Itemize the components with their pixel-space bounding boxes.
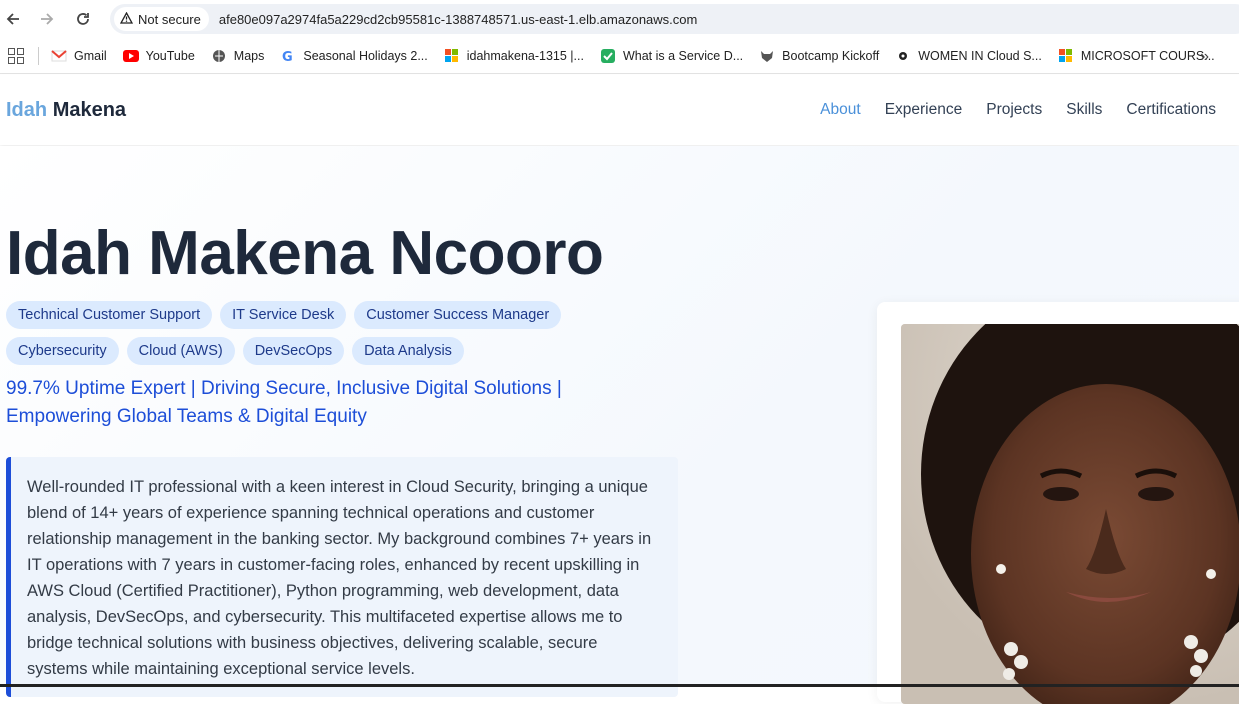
bookmark-label: Maps (233, 48, 265, 63)
bookmark-label: Bootcamp Kickoff (782, 48, 880, 63)
profile-photo (901, 324, 1239, 704)
bookmark-item[interactable]: Bootcamp Kickoff (759, 49, 879, 63)
checklist-icon (600, 48, 616, 63)
address-bar[interactable]: Not secure afe80e097a2974fa5a229cd2cb955… (110, 4, 1239, 34)
bookmark-label: YouTube (145, 48, 195, 63)
site-nav: About Experience Projects Skills Certificati… (820, 101, 1216, 119)
nav-link-projects[interactable]: Projects (986, 101, 1042, 119)
bookmark-list: Gmail YouTube Maps G Seasonal Holidays 2... i… (51, 48, 1231, 63)
nav-link-certifications[interactable]: Certifications (1126, 101, 1216, 119)
bookmark-item[interactable]: WOMEN IN Cloud S... (895, 49, 1042, 63)
url-text[interactable]: afe80e097a2974fa5a229cd2cb95581c-1388748… (219, 12, 697, 27)
bookmark-item[interactable]: YouTube (122, 48, 195, 63)
bookmark-label: WOMEN IN Cloud S... (918, 48, 1042, 63)
about-summary-box: Well-rounded IT professional with a keen… (6, 457, 678, 697)
role-tags: Technical Customer Support IT Service Des… (6, 301, 626, 365)
role-tag: Cloud (AWS) (126, 337, 235, 365)
tagline: 99.7% Uptime Expert | Driving Secure, In… (6, 378, 562, 427)
bookmark-item[interactable]: idahmakena-1315 |... (444, 48, 584, 63)
bookmark-label: MICROSOFT COURS... (1080, 48, 1215, 63)
bookmark-item[interactable]: What is a Service D... (600, 48, 744, 63)
apps-grid-icon[interactable] (8, 47, 24, 64)
nav-link-about[interactable]: About (820, 101, 861, 119)
brand-logo[interactable]: Idah Makena (6, 99, 126, 122)
bookmark-item[interactable]: Maps (211, 48, 265, 63)
role-tag: Customer Success Manager (354, 301, 562, 329)
maps-icon (211, 49, 227, 63)
warning-icon (119, 11, 134, 27)
nav-link-experience[interactable]: Experience (885, 101, 963, 119)
brand-last-name: Makena (52, 99, 127, 121)
security-chip[interactable]: Not secure (114, 7, 209, 31)
bookmark-item[interactable]: Gmail (51, 49, 107, 63)
bookmark-item[interactable]: MICROSOFT COURS... (1058, 48, 1215, 63)
nav-link-skills[interactable]: Skills (1066, 101, 1102, 119)
bookmark-item[interactable]: G Seasonal Holidays 2... (280, 49, 427, 63)
reload-icon[interactable] (72, 8, 94, 30)
bookmark-label: Seasonal Holidays 2... (303, 48, 428, 63)
dot-icon (895, 49, 911, 63)
brand-first-name: Idah (6, 99, 48, 121)
forward-arrow-icon[interactable] (36, 8, 58, 30)
more-bookmarks-icon[interactable]: » (1200, 48, 1209, 66)
role-tag: Cybersecurity (6, 337, 119, 365)
gmail-icon (51, 49, 67, 63)
bookmarks-bar: Gmail YouTube Maps G Seasonal Holidays 2... i… (0, 38, 1239, 74)
security-label: Not secure (138, 11, 201, 27)
microsoft-icon (1058, 48, 1074, 63)
fox-icon (759, 49, 775, 63)
back-arrow-icon[interactable] (2, 8, 24, 30)
role-tag: Data Analysis (352, 337, 464, 365)
bookmark-label: What is a Service D... (622, 48, 744, 63)
site-header: Idah Makena About Experience Projects Skill… (0, 75, 1239, 145)
page-title: Idah Makena Ncooro (6, 219, 604, 288)
hero-section: Idah Makena Ncooro Technical Customer Su… (0, 146, 1239, 704)
bookmark-separator (38, 46, 39, 65)
bookmark-label: idahmakena-1315 |... (466, 48, 584, 63)
profile-photo-card (877, 302, 1239, 704)
bookmark-label: Gmail (74, 48, 107, 63)
youtube-icon (122, 49, 139, 63)
microsoft-icon (444, 48, 460, 63)
role-tag: IT Service Desk (220, 301, 347, 329)
google-icon: G (280, 49, 296, 63)
about-text: Well-rounded IT professional with a keen… (27, 478, 652, 678)
browser-toolbar: Not secure afe80e097a2974fa5a229cd2cb955… (0, 0, 1239, 38)
role-tag: Technical Customer Support (6, 301, 213, 329)
role-tag: DevSecOps (242, 337, 345, 365)
svg-text:G: G (282, 50, 293, 63)
